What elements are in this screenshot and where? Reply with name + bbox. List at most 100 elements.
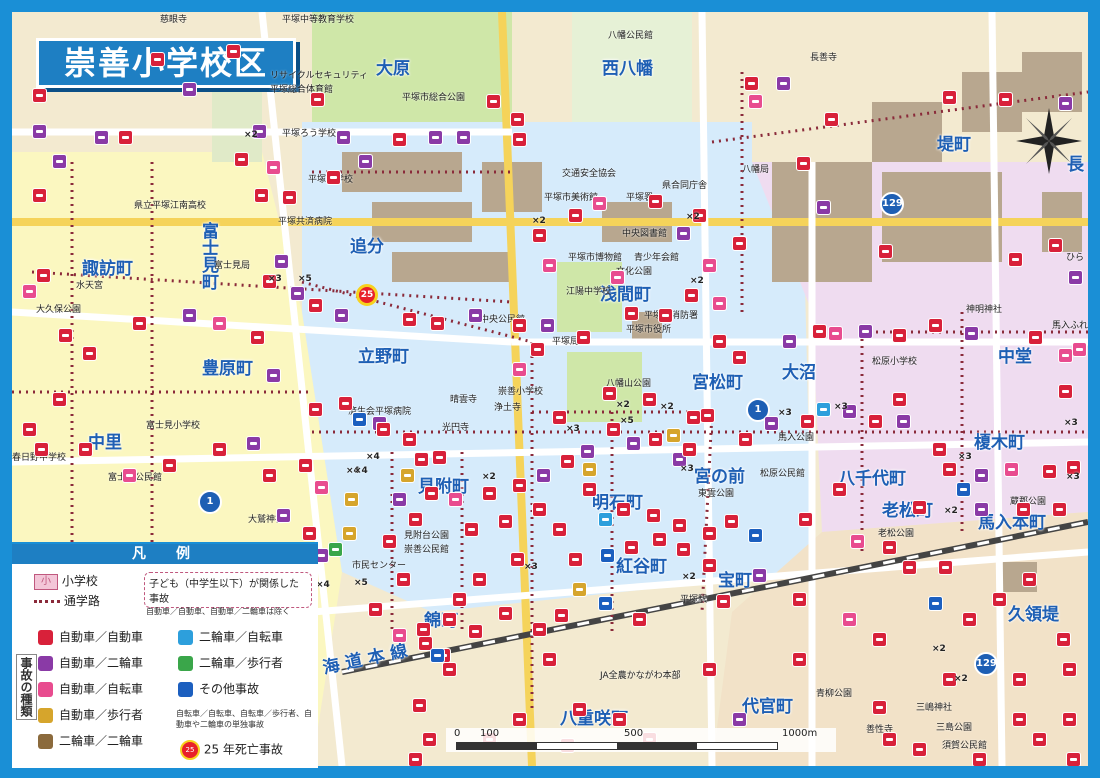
accident-marker-car[interactable] (702, 526, 717, 541)
accident-marker-car[interactable] (1008, 252, 1023, 267)
accident-marker-moto[interactable] (732, 712, 747, 727)
accident-marker-car[interactable] (430, 316, 445, 331)
accident-marker-bike[interactable] (702, 258, 717, 273)
accident-marker-moto[interactable] (182, 308, 197, 323)
accident-marker-moto[interactable] (536, 468, 551, 483)
accident-marker-car[interactable] (392, 132, 407, 147)
accident-marker-car[interactable] (928, 318, 943, 333)
accident-marker-moto[interactable] (392, 492, 407, 507)
accident-marker-bp[interactable] (328, 542, 343, 557)
accident-marker-moto[interactable] (358, 154, 373, 169)
accident-marker-car[interactable] (234, 152, 249, 167)
accident-marker-car[interactable] (52, 392, 67, 407)
accident-marker-car[interactable] (702, 558, 717, 573)
accident-marker-car[interactable] (732, 350, 747, 365)
accident-marker-car[interactable] (298, 458, 313, 473)
accident-marker-car[interactable] (416, 622, 431, 637)
accident-marker-car[interactable] (612, 712, 627, 727)
accident-marker-moto[interactable] (290, 286, 305, 301)
accident-marker-car[interactable] (712, 334, 727, 349)
accident-marker-car[interactable] (310, 92, 325, 107)
accident-marker-car[interactable] (872, 632, 887, 647)
accident-marker-ped[interactable] (582, 462, 597, 477)
accident-marker-car[interactable] (942, 90, 957, 105)
accident-marker-car[interactable] (302, 526, 317, 541)
accident-marker-car[interactable] (36, 268, 51, 283)
accident-marker-car[interactable] (962, 612, 977, 627)
accident-marker-car[interactable] (576, 330, 591, 345)
accident-marker-car[interactable] (1016, 502, 1031, 517)
accident-marker-ped[interactable] (572, 582, 587, 597)
accident-marker-car[interactable] (1062, 662, 1077, 677)
accident-marker-car[interactable] (892, 328, 907, 343)
accident-marker-moto[interactable] (676, 226, 691, 241)
accident-marker-bike[interactable] (512, 362, 527, 377)
accident-marker-car[interactable] (872, 700, 887, 715)
accident-marker-bike[interactable] (748, 94, 763, 109)
accident-marker-car[interactable] (942, 462, 957, 477)
accident-marker-ped[interactable] (342, 526, 357, 541)
accident-marker-car[interactable] (34, 442, 49, 457)
accident-marker-car[interactable] (1042, 464, 1057, 479)
accident-marker-car[interactable] (530, 342, 545, 357)
accident-marker-moto[interactable] (468, 308, 483, 323)
accident-marker-moto[interactable] (782, 334, 797, 349)
accident-marker-car[interactable] (648, 194, 663, 209)
accident-marker-car[interactable] (572, 702, 587, 717)
accident-marker-car[interactable] (486, 94, 501, 109)
accident-marker-car[interactable] (368, 602, 383, 617)
accident-marker-car[interactable] (648, 432, 663, 447)
accident-marker-moto[interactable] (896, 414, 911, 429)
accident-marker-car[interactable] (414, 452, 429, 467)
accident-marker-car[interactable] (552, 410, 567, 425)
accident-marker-car[interactable] (212, 442, 227, 457)
accident-marker-bike[interactable] (212, 316, 227, 331)
accident-marker-car[interactable] (402, 432, 417, 447)
accident-marker-bike[interactable] (266, 160, 281, 175)
accident-marker-car[interactable] (738, 432, 753, 447)
accident-marker-car[interactable] (1022, 572, 1037, 587)
accident-marker-car[interactable] (702, 662, 717, 677)
accident-marker-moto[interactable] (456, 130, 471, 145)
accident-marker-car[interactable] (542, 652, 557, 667)
accident-marker-car[interactable] (78, 442, 93, 457)
accident-marker-other[interactable] (352, 412, 367, 427)
accident-marker-car[interactable] (498, 514, 513, 529)
accident-marker-car[interactable] (606, 422, 621, 437)
accident-marker-car[interactable] (308, 298, 323, 313)
accident-marker-car[interactable] (972, 752, 987, 766)
accident-marker-car[interactable] (432, 450, 447, 465)
accident-marker-moto[interactable] (764, 416, 779, 431)
accident-marker-bike[interactable] (850, 534, 865, 549)
accident-marker-car[interactable] (902, 560, 917, 575)
accident-marker-moto[interactable] (540, 318, 555, 333)
accident-marker-car[interactable] (796, 156, 811, 171)
accident-marker-car[interactable] (624, 306, 639, 321)
accident-marker-car[interactable] (452, 592, 467, 607)
accident-marker-car[interactable] (132, 316, 147, 331)
accident-marker-car[interactable] (868, 414, 883, 429)
accident-marker-car[interactable] (422, 732, 437, 747)
accident-marker-car[interactable] (684, 288, 699, 303)
accident-marker-bb[interactable] (816, 402, 831, 417)
accident-marker-car[interactable] (338, 396, 353, 411)
accident-marker-car[interactable] (412, 698, 427, 713)
accident-marker-car[interactable] (1066, 752, 1081, 766)
accident-marker-moto[interactable] (94, 130, 109, 145)
accident-marker-bike[interactable] (592, 196, 607, 211)
accident-marker-car[interactable] (912, 500, 927, 515)
accident-marker-car[interactable] (1048, 238, 1063, 253)
accident-marker-car[interactable] (408, 752, 423, 766)
accident-marker-bike[interactable] (314, 480, 329, 495)
accident-marker-moto[interactable] (974, 468, 989, 483)
accident-marker-car[interactable] (472, 572, 487, 587)
accident-marker-car[interactable] (32, 88, 47, 103)
accident-marker-car[interactable] (882, 732, 897, 747)
accident-marker-car[interactable] (382, 534, 397, 549)
accident-marker-car[interactable] (892, 392, 907, 407)
accident-marker-car[interactable] (442, 612, 457, 627)
accident-marker-car[interactable] (812, 324, 827, 339)
accident-marker-bike[interactable] (22, 284, 37, 299)
accident-marker-bb[interactable] (598, 512, 613, 527)
accident-marker-car[interactable] (582, 482, 597, 497)
